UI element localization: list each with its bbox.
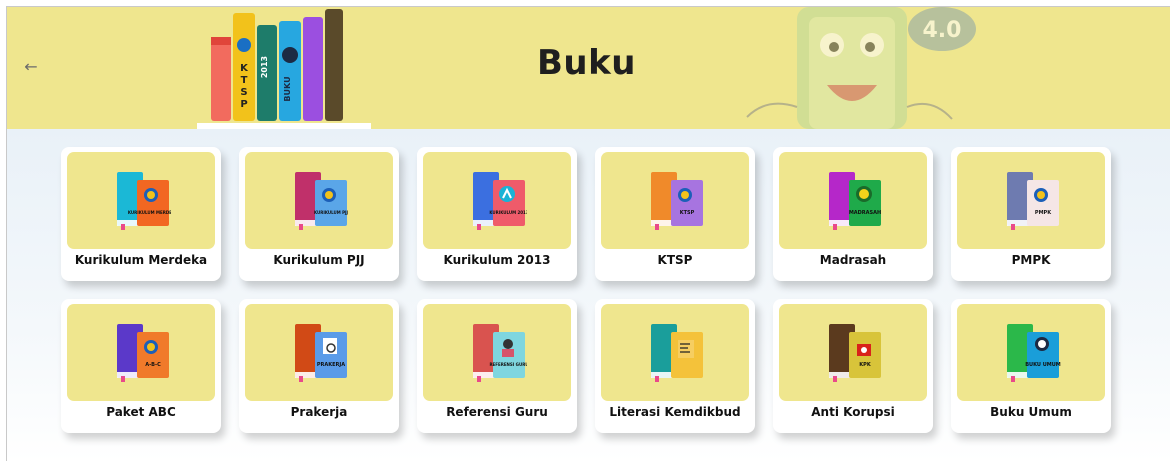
category-label: Kurikulum 2013 <box>443 253 551 267</box>
card-thumbnail: REFERENSI GURU <box>423 304 571 401</box>
book-icon: KURIKULUM PJJ <box>295 172 349 230</box>
book-icon: KURIKULUM 2013 <box>473 172 527 230</box>
category-label: Anti Korupsi <box>811 405 895 419</box>
card-thumbnail: KURIKULUM MERDEKA <box>67 152 215 249</box>
back-button[interactable]: ← <box>21 57 41 77</box>
category-card[interactable]: BUKU UMUM Buku Umum <box>951 299 1111 433</box>
category-card[interactable]: KURIKULUM MERDEKA Kurikulum Merdeka <box>61 147 221 281</box>
book-cover-text: MADRASAH <box>849 210 881 216</box>
book-icon <box>651 324 703 382</box>
svg-text:S: S <box>240 87 247 98</box>
book-icon: MADRASAH <box>829 172 881 230</box>
category-card[interactable]: KTSP KTSP <box>595 147 755 281</box>
svg-text:T: T <box>241 75 248 86</box>
card-thumbnail: PMPK <box>957 152 1105 249</box>
card-thumbnail: PRAKERJA <box>245 304 393 401</box>
mascot-badge-text: 4.0 <box>923 18 962 43</box>
book-cover-text: PRAKERJA <box>317 362 345 368</box>
svg-text:P: P <box>240 99 247 110</box>
card-thumbnail: KURIKULUM PJJ <box>245 152 393 249</box>
book-cover-text: PMPK <box>1035 210 1052 216</box>
card-thumbnail: MADRASAH <box>779 152 927 249</box>
category-card[interactable]: PMPK PMPK <box>951 147 1111 281</box>
app-frame: ← K T S P 2013 BUKU Buku 4.0 KURIKULUM M… <box>6 6 1170 461</box>
category-card[interactable]: PRAKERJA Prakerja <box>239 299 399 433</box>
svg-text:2013: 2013 <box>260 56 269 78</box>
card-thumbnail <box>601 304 749 401</box>
page-title: Buku <box>537 43 636 83</box>
book-icon: PRAKERJA <box>295 324 347 382</box>
card-thumbnail: KURIKULUM 2013 <box>423 152 571 249</box>
book-icon: BUKU UMUM <box>1007 324 1061 382</box>
book-icon: KPK <box>829 324 881 382</box>
category-label: Madrasah <box>819 253 887 267</box>
book-cover-text: KTSP <box>680 210 695 216</box>
book-icon: KURIKULUM MERDEKA <box>117 172 171 230</box>
category-card[interactable]: KURIKULUM 2013 Kurikulum 2013 <box>417 147 577 281</box>
card-thumbnail: BUKU UMUM <box>957 304 1105 401</box>
category-label: Prakerja <box>290 405 348 419</box>
content-area: KURIKULUM MERDEKAKurikulum MerdekaKURIKU… <box>7 129 1170 461</box>
book-cover-text: KURIKULUM MERDEKA <box>128 210 171 215</box>
category-label: Kurikulum PJJ <box>273 253 365 267</box>
svg-text:BUKU: BUKU <box>283 76 292 101</box>
book-icon: PMPK <box>1007 172 1059 230</box>
category-label: PMPK <box>1011 253 1051 267</box>
card-thumbnail: A-B-C <box>67 304 215 401</box>
card-thumbnail: KPK <box>779 304 927 401</box>
category-label: Paket ABC <box>106 405 176 419</box>
category-label: Kurikulum Merdeka <box>74 253 208 267</box>
category-label: Literasi Kemdikbud <box>609 405 741 419</box>
category-card[interactable]: Literasi Kemdikbud <box>595 299 755 433</box>
category-label: Buku Umum <box>990 405 1072 419</box>
arrow-left-icon: ← <box>24 57 38 76</box>
book-icon: KTSP <box>651 172 703 230</box>
category-card[interactable]: MADRASAH Madrasah <box>773 147 933 281</box>
book-cover-text: REFERENSI GURU <box>489 362 527 367</box>
books-illustration: K T S P 2013 BUKU <box>197 9 371 129</box>
book-cover-text: KPK <box>859 362 872 368</box>
book-icon: REFERENSI GURU <box>473 324 527 382</box>
book-icon: A-B-C <box>117 324 169 382</box>
category-card[interactable]: A-B-C Paket ABC <box>61 299 221 433</box>
illus-ktsp-text: K <box>240 63 249 74</box>
category-card[interactable]: KPK Anti Korupsi <box>773 299 933 433</box>
card-thumbnail: KTSP <box>601 152 749 249</box>
book-cover-text: BUKU UMUM <box>1025 362 1061 368</box>
book-cover-text: KURIKULUM 2013 <box>489 210 527 215</box>
category-label: Referensi Guru <box>446 405 548 419</box>
book-cover-text: KURIKULUM PJJ <box>314 210 349 215</box>
book-cover-text: A-B-C <box>145 362 161 368</box>
mascot-illustration: 4.0 <box>746 7 976 129</box>
category-card[interactable]: KURIKULUM PJJ Kurikulum PJJ <box>239 147 399 281</box>
category-label: KTSP <box>657 253 693 267</box>
page-header: ← K T S P 2013 BUKU Buku 4.0 <box>7 7 1170 129</box>
category-card[interactable]: REFERENSI GURU Referensi Guru <box>417 299 577 433</box>
